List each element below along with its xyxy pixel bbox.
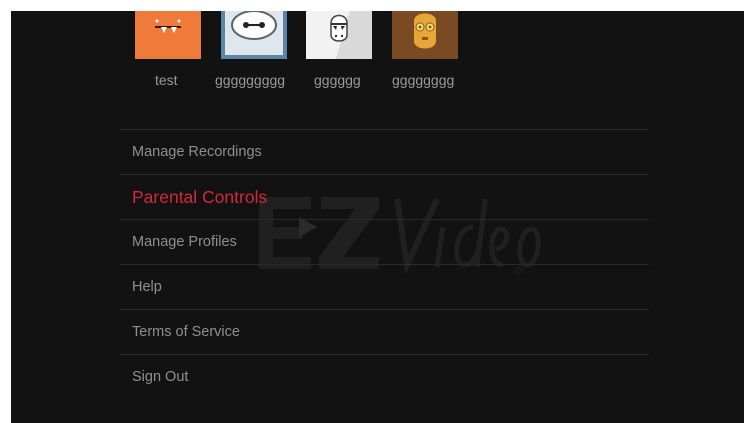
menu-item-label: Parental Controls [132,187,268,207]
robot-face-avatar-icon[interactable] [221,11,287,59]
menu-item-label: Manage Profiles [132,234,237,250]
menu-item-label: Manage Recordings [132,144,262,160]
menu-item-label: Sign Out [132,369,189,385]
menu-item-terms-of-service[interactable]: Terms of Service [120,309,649,354]
profile-name: ggggggggg [215,72,286,88]
menu-item-help[interactable]: Help [120,264,649,309]
menu-item-label: Help [132,279,162,295]
menu-item-label: Terms of Service [132,324,240,340]
profile-name: gggggg [314,72,361,88]
app-screen: test ggggggggg gggggg gggggggg Manage Re… [11,11,744,423]
golden-droid-avatar-icon[interactable] [392,11,458,59]
stormtrooper-avatar-icon[interactable] [306,11,372,59]
profile-name: test [155,72,178,88]
orange-monster-avatar-icon[interactable] [135,11,201,59]
menu-item-sign-out[interactable]: Sign Out [120,354,649,399]
menu-item-manage-profiles[interactable]: Manage Profiles [120,219,649,264]
profile-name: gggggggg [392,72,455,88]
menu-item-parental-controls[interactable]: Parental Controls [120,174,649,219]
settings-menu: Manage Recordings Parental Controls Mana… [120,129,649,399]
profile-list: test ggggggggg gggggg gggggggg [11,11,744,111]
menu-item-manage-recordings[interactable]: Manage Recordings [120,129,649,174]
